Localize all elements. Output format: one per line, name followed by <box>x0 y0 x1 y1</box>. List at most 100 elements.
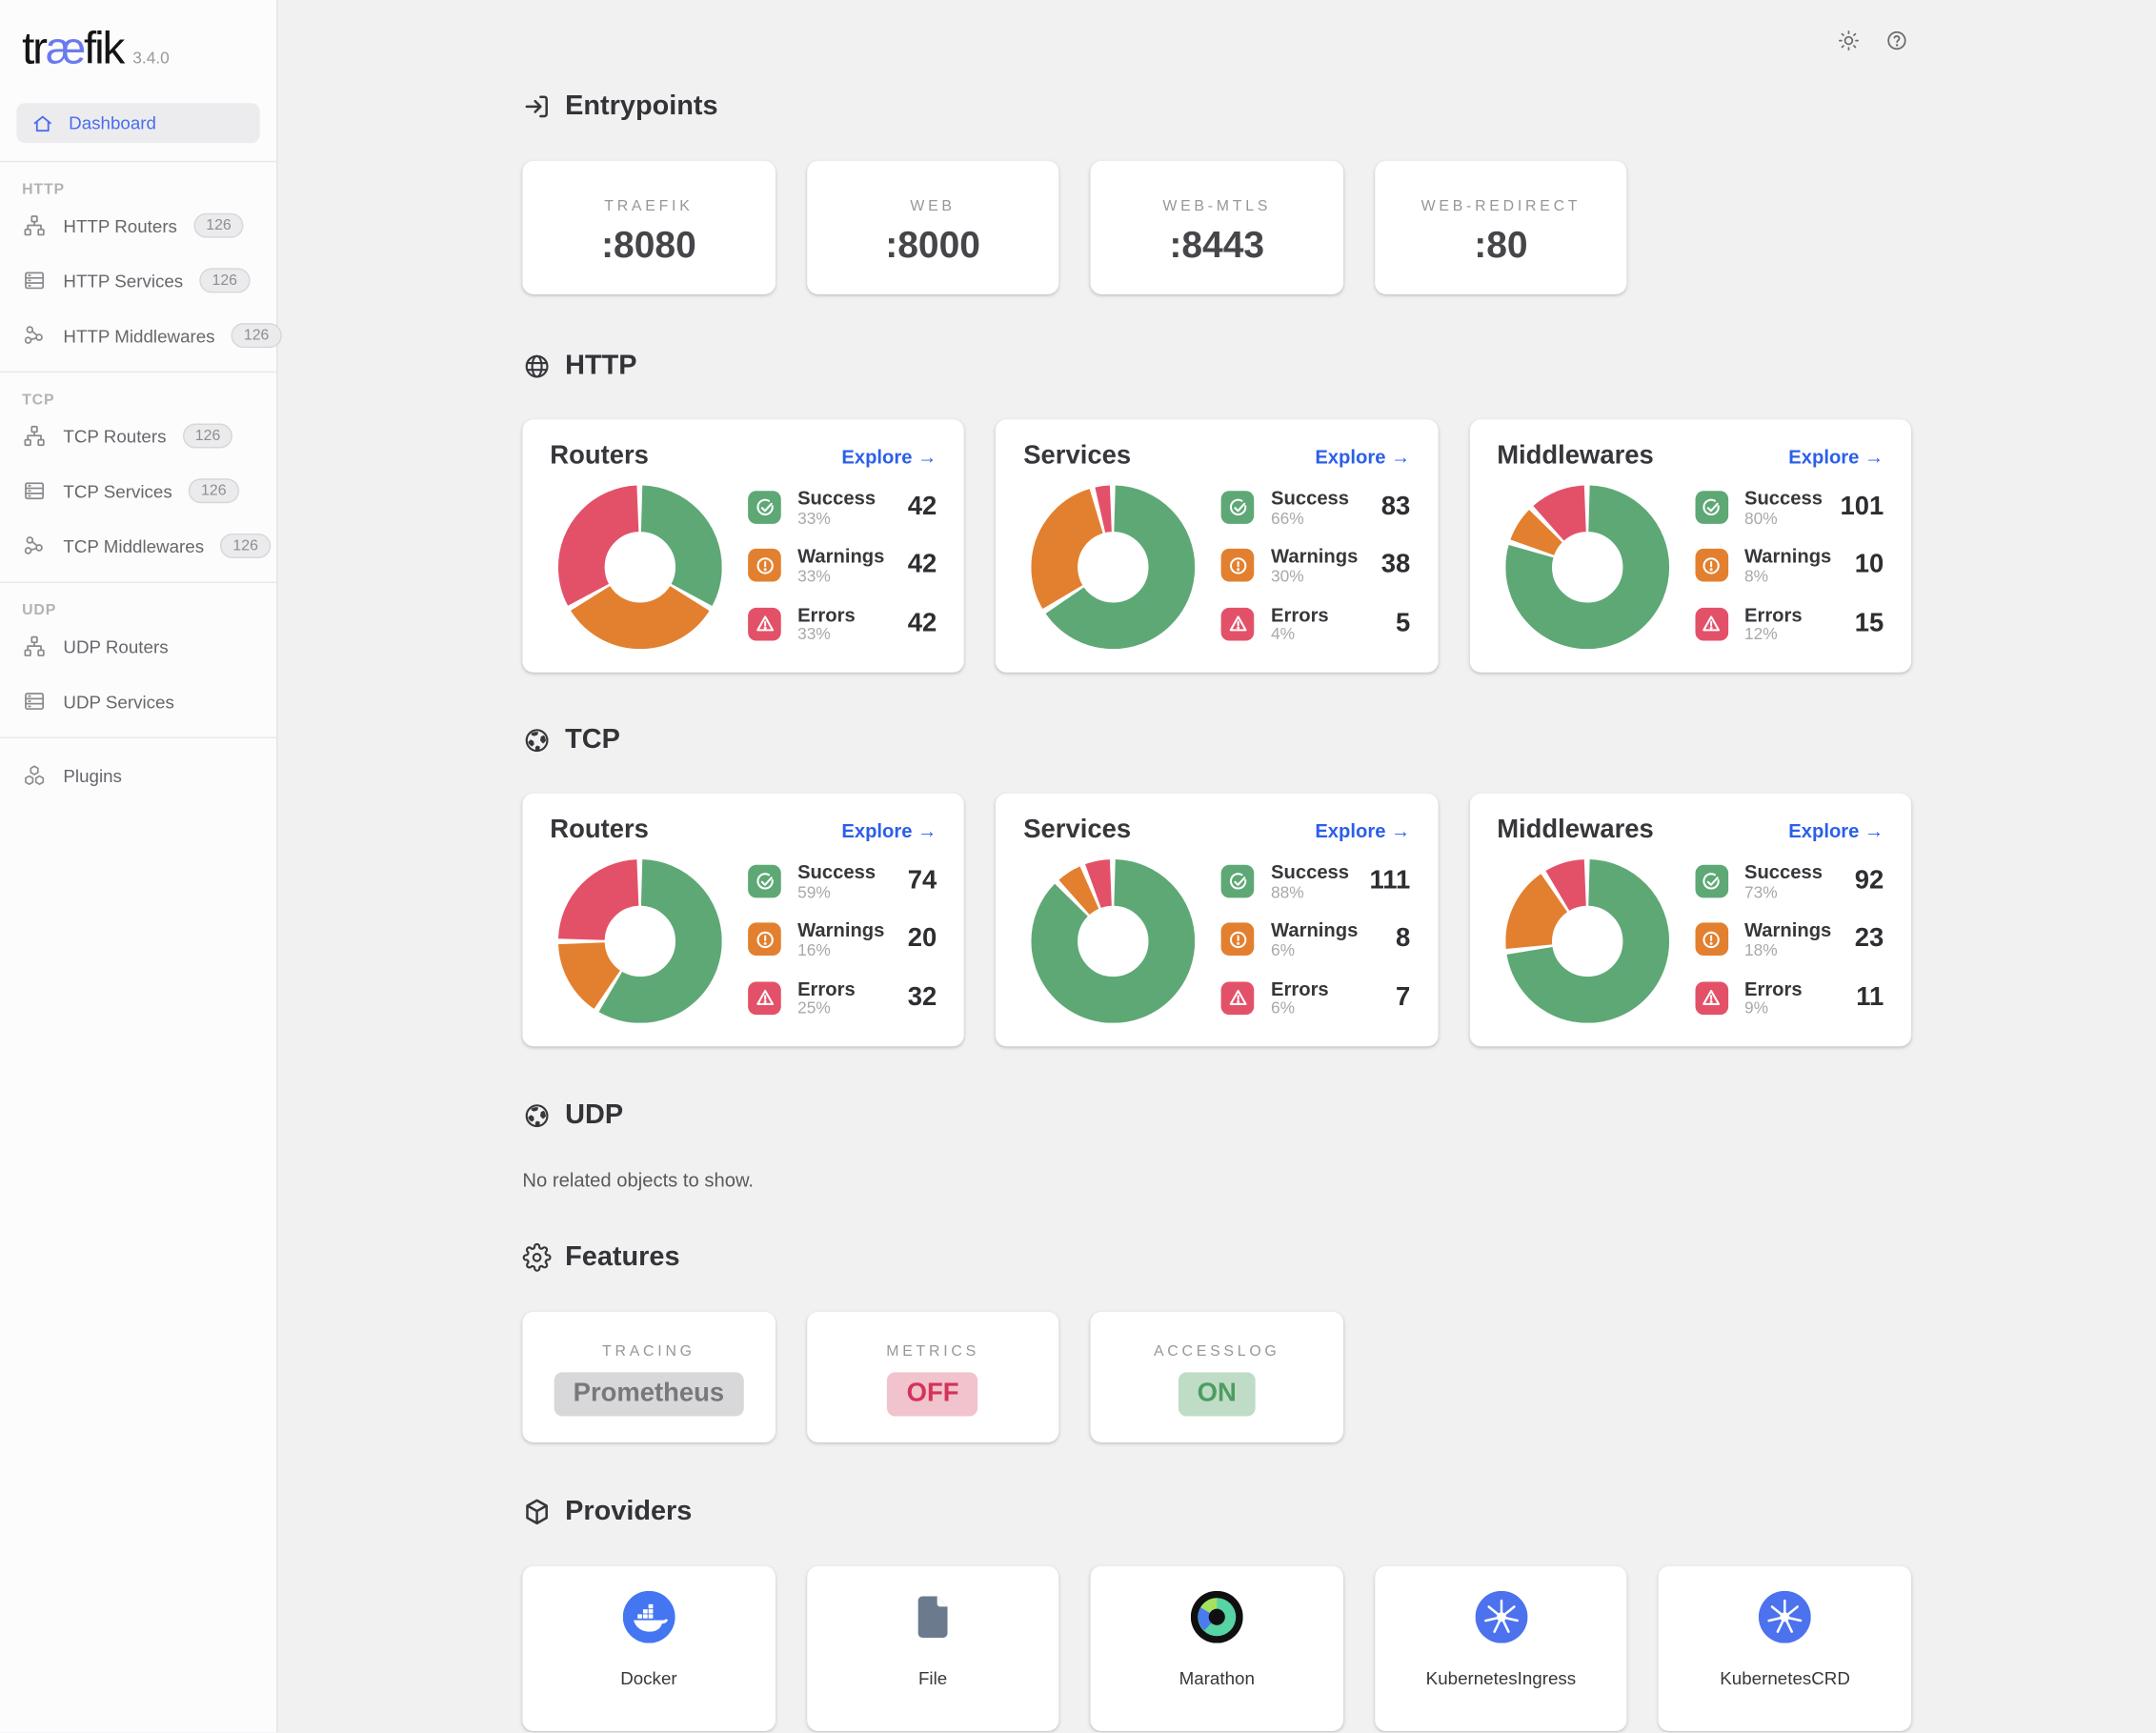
alert-triangle-icon <box>1695 607 1728 640</box>
package-icon <box>522 1498 551 1526</box>
routers-icon <box>22 213 47 238</box>
alert-circle-icon <box>1695 549 1728 582</box>
stat-value: 7 <box>1396 982 1410 1013</box>
login-icon <box>522 92 551 121</box>
stat-row: Success 59% 74 <box>748 862 937 901</box>
stat-value: 15 <box>1855 609 1884 639</box>
stat-row: Errors 25% 32 <box>748 978 937 1018</box>
traffic-sections: HTTP Routers Explore → Success 33% 42 Wa… <box>522 351 1911 1046</box>
sidebar-item-label: Plugins <box>63 765 122 786</box>
card-title: Middlewares <box>1497 816 1654 846</box>
sidebar-item-udp-services[interactable]: UDP Services <box>0 674 276 729</box>
stat-percent: 6% <box>1271 1000 1329 1018</box>
stat-label: Errors <box>1744 978 1803 998</box>
entrypoint-port: :8080 <box>522 224 775 267</box>
sidebar-item-udp-routers[interactable]: UDP Routers <box>0 618 276 674</box>
stat-label: Errors <box>1744 604 1803 624</box>
feature-status-badge: OFF <box>887 1372 977 1416</box>
sidebar-item-tcp-middlewares[interactable]: TCP Middlewares 126 <box>0 518 276 574</box>
sidebar-item-http-middlewares[interactable]: HTTP Middlewares 126 <box>0 308 276 363</box>
section-header-features: Features <box>522 1241 1911 1273</box>
entrypoints-grid: TRAEFIK :8080 WEB :8000 WEB-MTLS :8443 W… <box>522 161 1911 294</box>
logo-text: fik <box>84 22 123 72</box>
services-icon <box>22 689 47 714</box>
explore-link[interactable]: Explore → <box>1315 446 1410 468</box>
sidebar-section: UDP UDP Routers UDP Services <box>0 602 276 738</box>
stat-percent: 25% <box>797 1000 856 1018</box>
sidebar-item-label: UDP Routers <box>63 635 168 656</box>
stat-percent: 88% <box>1271 884 1349 901</box>
explore-link[interactable]: Explore → <box>1788 819 1884 841</box>
card-title: Services <box>1023 816 1131 846</box>
section-header-providers: Providers <box>522 1496 1911 1527</box>
stat-label: Errors <box>797 604 856 624</box>
feature-card-tracing: TRACING Prometheus <box>522 1312 775 1442</box>
stat-label: Success <box>1271 862 1349 882</box>
entrypoint-port: :80 <box>1375 224 1627 267</box>
http-routers-card: Routers Explore → Success 33% 42 Warning… <box>522 419 964 673</box>
tcp-middlewares-card: Middlewares Explore → Success 73% 92 War… <box>1469 794 1911 1047</box>
provider-name: Marathon <box>1091 1668 1343 1689</box>
entrypoint-name: WEB-MTLS <box>1091 198 1343 214</box>
sidebar-item-dashboard[interactable]: Dashboard <box>16 103 259 143</box>
sidebar-item-http-services[interactable]: HTTP Services 126 <box>0 253 276 309</box>
explore-link[interactable]: Explore → <box>841 446 937 468</box>
home-icon <box>31 112 53 134</box>
sidebar-item-http-routers[interactable]: HTTP Routers 126 <box>0 198 276 253</box>
tcp-services-card: Services Explore → Success 88% 111 Warni… <box>996 794 1438 1047</box>
sidebar-section-title: TCP <box>22 392 254 408</box>
count-badge: 126 <box>232 323 281 348</box>
card-title: Routers <box>550 441 649 472</box>
check-circle-icon <box>1695 865 1728 898</box>
sidebar-item-label: TCP Middlewares <box>63 535 204 556</box>
section-header-entrypoints: Entrypoints <box>522 91 1911 122</box>
stat-percent: 18% <box>1744 942 1831 959</box>
divider <box>0 581 276 582</box>
sidebar-item-tcp-routers[interactable]: TCP Routers 126 <box>0 409 276 464</box>
stat-value: 10 <box>1855 551 1884 581</box>
sidebar-item-plugins[interactable]: Plugins <box>0 748 276 803</box>
entrypoint-name: WEB <box>807 198 1059 214</box>
entrypoint-port: :8000 <box>807 224 1059 267</box>
check-circle-icon <box>1221 491 1255 524</box>
dashboard-content: Entrypoints TRAEFIK :8080 WEB :8000 WEB-… <box>522 0 1911 1731</box>
entrypoint-card-traefik: TRAEFIK :8080 <box>522 161 775 294</box>
stat-label: Warnings <box>1744 546 1831 566</box>
section-title: UDP <box>565 1100 623 1132</box>
theme-sun-icon[interactable] <box>1837 29 1861 52</box>
stat-percent: 66% <box>1271 510 1349 527</box>
topbar-actions <box>1837 29 1908 52</box>
sidebar-item-tcp-services[interactable]: TCP Services 126 <box>0 463 276 518</box>
sidebar-section: HTTP HTTP Routers 126 HTTP Services 126 … <box>0 182 276 373</box>
alert-triangle-icon <box>748 981 781 1015</box>
stat-row: Errors 4% 5 <box>1221 604 1410 643</box>
stat-row: Success 80% 101 <box>1695 488 1884 527</box>
explore-link[interactable]: Explore → <box>841 819 937 841</box>
kubernetes-icon <box>1475 1591 1527 1643</box>
stat-value: 8 <box>1396 924 1410 955</box>
stat-label: Success <box>1744 862 1823 882</box>
stat-value: 42 <box>908 493 937 523</box>
stat-row: Success 88% 111 <box>1221 862 1410 901</box>
donut-chart <box>1505 859 1669 1023</box>
stat-label: Success <box>1744 488 1823 508</box>
stat-row: Warnings 30% 38 <box>1221 546 1410 585</box>
stat-row: Warnings 33% 42 <box>748 546 937 585</box>
explore-link[interactable]: Explore → <box>1788 446 1884 468</box>
sidebar: træfik3.4.0 Dashboard HTTP HTTP Routers … <box>0 0 278 1733</box>
stat-value: 74 <box>908 866 937 897</box>
check-circle-icon <box>1695 491 1728 524</box>
stat-value: 32 <box>908 982 937 1013</box>
help-icon[interactable] <box>1885 29 1909 52</box>
alert-circle-icon <box>1695 923 1728 957</box>
stat-label: Success <box>797 488 876 508</box>
stat-label: Warnings <box>1271 920 1358 940</box>
sidebar-item-label: TCP Routers <box>63 426 166 447</box>
stat-percent: 80% <box>1744 510 1823 527</box>
explore-link[interactable]: Explore → <box>1315 819 1410 841</box>
provider-name: File <box>807 1668 1059 1689</box>
alert-triangle-icon <box>748 607 781 640</box>
count-badge: 126 <box>220 534 270 558</box>
logo-text: tr <box>22 22 46 72</box>
traefik-logo: træfik3.4.0 <box>0 0 276 74</box>
